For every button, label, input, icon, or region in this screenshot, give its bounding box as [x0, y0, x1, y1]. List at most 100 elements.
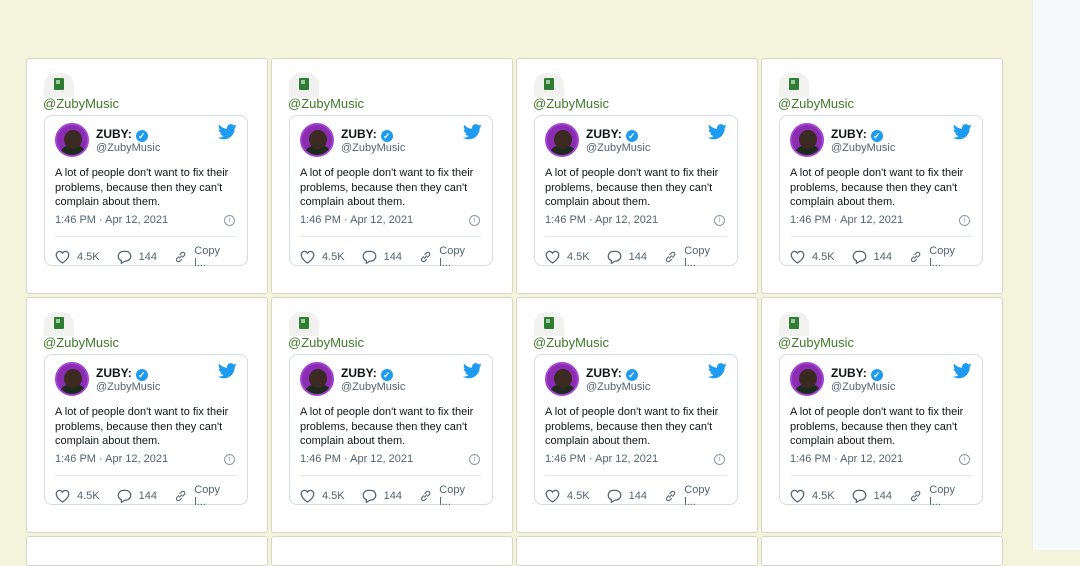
author-name[interactable]: ZUBY: ✓ [586, 127, 638, 142]
like-button[interactable]: 4.5K [300, 250, 345, 264]
reply-button[interactable]: 144 [607, 250, 647, 264]
avatar[interactable] [55, 123, 89, 157]
tweet-text: A lot of people don't want to fix their … [300, 167, 474, 208]
avatar[interactable] [300, 362, 334, 396]
source-link[interactable]: @ZubyMusic [778, 96, 854, 111]
avatar[interactable] [545, 123, 579, 157]
author-name[interactable]: ZUBY: ✓ [341, 366, 393, 381]
source-link[interactable]: @ZubyMusic [778, 335, 854, 350]
author-handle[interactable]: @ZubyMusic [586, 381, 650, 393]
info-icon[interactable]: i [714, 215, 725, 226]
author-handle[interactable]: @ZubyMusic [831, 142, 895, 154]
info-icon[interactable]: i [714, 454, 725, 465]
author-handle[interactable]: @ZubyMusic [96, 381, 160, 393]
source-link[interactable]: @ZubyMusic [533, 96, 609, 111]
copy-link-button[interactable]: Copy l... [419, 245, 475, 269]
author-handle[interactable]: @ZubyMusic [341, 381, 405, 393]
tweet-timestamp[interactable]: 1:46 PM · Apr 12, 2021 [300, 214, 413, 226]
author-name[interactable]: ZUBY: ✓ [96, 127, 148, 142]
embedded-tweet[interactable]: ZUBY: ✓ @ZubyMusic A lot of people don't … [44, 115, 248, 269]
avatar[interactable] [55, 362, 89, 396]
author-name-text: ZUBY: [96, 127, 132, 141]
info-icon[interactable]: i [224, 215, 235, 226]
reply-button[interactable]: 144 [607, 489, 647, 503]
tweet-timestamp[interactable]: 1:46 PM · Apr 12, 2021 [55, 214, 168, 226]
reply-button[interactable]: 144 [117, 250, 157, 264]
like-button[interactable]: 4.5K [790, 489, 835, 503]
embedded-tweet[interactable]: ZUBY: ✓ @ZubyMusic A lot of people don't … [534, 115, 738, 269]
copy-link-button[interactable]: Copy l... [664, 484, 720, 508]
link-icon [665, 490, 676, 502]
tweet-timestamp[interactable]: 1:46 PM · Apr 12, 2021 [55, 453, 168, 465]
author-name[interactable]: ZUBY: ✓ [96, 366, 148, 381]
embedded-tweet[interactable]: ZUBY: ✓ @ZubyMusic A lot of people don't … [534, 354, 738, 508]
twitter-bird-icon[interactable] [463, 124, 482, 140]
author-name[interactable]: ZUBY: ✓ [341, 127, 393, 142]
copy-link-button[interactable]: Copy l... [909, 245, 965, 269]
twitter-bird-icon[interactable] [218, 363, 237, 379]
like-button[interactable]: 4.5K [300, 489, 345, 503]
embedded-tweet[interactable]: ZUBY: ✓ @ZubyMusic A lot of people don't … [289, 115, 493, 269]
source-link[interactable]: @ZubyMusic [43, 335, 119, 350]
like-button[interactable]: 4.5K [55, 489, 100, 503]
author-name[interactable]: ZUBY: ✓ [586, 366, 638, 381]
reply-bubble-icon [607, 489, 622, 503]
embedded-tweet[interactable]: ZUBY: ✓ @ZubyMusic A lot of people don't … [779, 354, 983, 508]
embedded-tweet[interactable]: ZUBY: ✓ @ZubyMusic A lot of people don't … [289, 354, 493, 508]
copy-link-label: Copy l... [439, 245, 465, 269]
copy-link-button[interactable]: Copy l... [174, 245, 230, 269]
like-button[interactable]: 4.5K [55, 250, 100, 264]
author-handle[interactable]: @ZubyMusic [586, 142, 650, 154]
tweet-timestamp[interactable]: 1:46 PM · Apr 12, 2021 [545, 453, 658, 465]
info-icon[interactable]: i [469, 454, 480, 465]
copy-link-button[interactable]: Copy l... [664, 245, 720, 269]
embedded-tweet[interactable]: ZUBY: ✓ @ZubyMusic A lot of people don't … [779, 115, 983, 269]
author-handle[interactable]: @ZubyMusic [341, 142, 405, 154]
source-link[interactable]: @ZubyMusic [288, 335, 364, 350]
info-icon[interactable]: i [469, 215, 480, 226]
tweet-timestamp[interactable]: 1:46 PM · Apr 12, 2021 [300, 453, 413, 465]
info-icon[interactable]: i [224, 454, 235, 465]
favicon-container [44, 73, 74, 97]
twitter-bird-icon[interactable] [463, 363, 482, 379]
reply-button[interactable]: 144 [362, 250, 402, 264]
tweet-timestamp[interactable]: 1:46 PM · Apr 12, 2021 [790, 453, 903, 465]
heart-icon [545, 489, 560, 503]
favicon-container [779, 312, 809, 336]
copy-link-button[interactable]: Copy l... [419, 484, 475, 508]
twitter-bird-icon[interactable] [953, 124, 972, 140]
like-button[interactable]: 4.5K [545, 250, 590, 264]
twitter-bird-icon[interactable] [708, 124, 727, 140]
source-link[interactable]: @ZubyMusic [288, 96, 364, 111]
source-link[interactable]: @ZubyMusic [533, 335, 609, 350]
twitter-bird-icon[interactable] [953, 363, 972, 379]
author-name[interactable]: ZUBY: ✓ [831, 366, 883, 381]
like-button[interactable]: 4.5K [790, 250, 835, 264]
twitter-bird-icon[interactable] [218, 124, 237, 140]
like-count: 4.5K [322, 251, 345, 263]
divider [300, 475, 482, 476]
tweet-timestamp[interactable]: 1:46 PM · Apr 12, 2021 [545, 214, 658, 226]
tweet-timestamp[interactable]: 1:46 PM · Apr 12, 2021 [790, 214, 903, 226]
author-name[interactable]: ZUBY: ✓ [831, 127, 883, 142]
reply-button[interactable]: 144 [362, 489, 402, 503]
avatar[interactable] [790, 123, 824, 157]
favicon-container [44, 312, 74, 336]
author-handle[interactable]: @ZubyMusic [96, 142, 160, 154]
tweet-text: A lot of people don't want to fix their … [300, 406, 474, 447]
twitter-bird-icon[interactable] [708, 363, 727, 379]
info-icon[interactable]: i [959, 215, 970, 226]
source-link[interactable]: @ZubyMusic [43, 96, 119, 111]
embedded-tweet[interactable]: ZUBY: ✓ @ZubyMusic A lot of people don't … [44, 354, 248, 508]
copy-link-button[interactable]: Copy l... [174, 484, 230, 508]
reply-button[interactable]: 144 [852, 250, 892, 264]
avatar[interactable] [545, 362, 579, 396]
avatar[interactable] [790, 362, 824, 396]
avatar[interactable] [300, 123, 334, 157]
author-handle[interactable]: @ZubyMusic [831, 381, 895, 393]
info-icon[interactable]: i [959, 454, 970, 465]
copy-link-button[interactable]: Copy l... [909, 484, 965, 508]
like-button[interactable]: 4.5K [545, 489, 590, 503]
reply-button[interactable]: 144 [852, 489, 892, 503]
reply-button[interactable]: 144 [117, 489, 157, 503]
